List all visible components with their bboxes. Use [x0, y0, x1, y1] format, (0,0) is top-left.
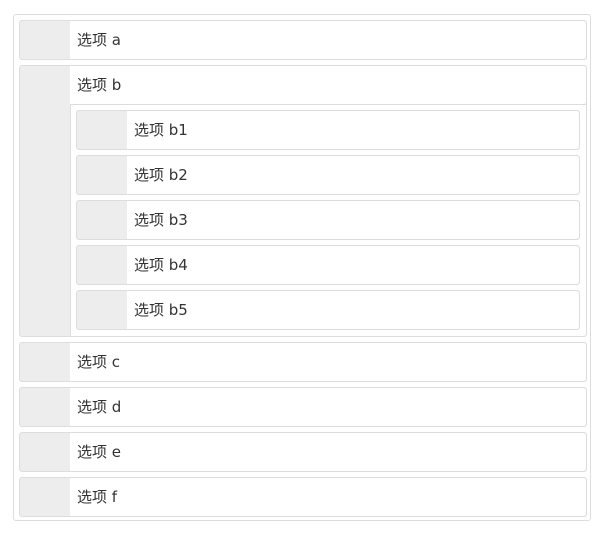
nested-list: 选项 a 选项 b 选项 b1 选项 b2 选项 b3 选项 b4 选项 b5 …	[13, 14, 591, 521]
item-label: 选项 b2	[134, 166, 188, 184]
list-item-d[interactable]: 选项 d	[19, 387, 587, 427]
item-label: 选项 e	[77, 443, 121, 461]
item-label: 选项 f	[77, 488, 118, 506]
item-label: 选项 a	[77, 31, 121, 49]
list-item-e[interactable]: 选项 e	[19, 432, 587, 472]
item-label: 选项 c	[77, 353, 121, 371]
list-item-c[interactable]: 选项 c	[19, 342, 587, 382]
list-item-a[interactable]: 选项 a	[19, 20, 587, 60]
item-label: 选项 b3	[134, 211, 188, 229]
list-item-b4[interactable]: 选项 b4	[76, 245, 580, 285]
list-item-b[interactable]: 选项 b 选项 b1 选项 b2 选项 b3 选项 b4 选项 b5	[19, 65, 587, 337]
list-item-b1[interactable]: 选项 b1	[76, 110, 580, 150]
item-label: 选项 b4	[134, 256, 188, 274]
list-item-f[interactable]: 选项 f	[19, 477, 587, 517]
item-label: 选项 d	[77, 398, 122, 416]
list-item-b3[interactable]: 选项 b3	[76, 200, 580, 240]
sublist-b: 选项 b1 选项 b2 选项 b3 选项 b4 选项 b5	[70, 104, 586, 336]
item-label: 选项 b	[77, 76, 122, 94]
list-item-b2[interactable]: 选项 b2	[76, 155, 580, 195]
list-item-b5[interactable]: 选项 b5	[76, 290, 580, 330]
item-label: 选项 b5	[134, 301, 188, 319]
item-label: 选项 b1	[134, 121, 188, 139]
